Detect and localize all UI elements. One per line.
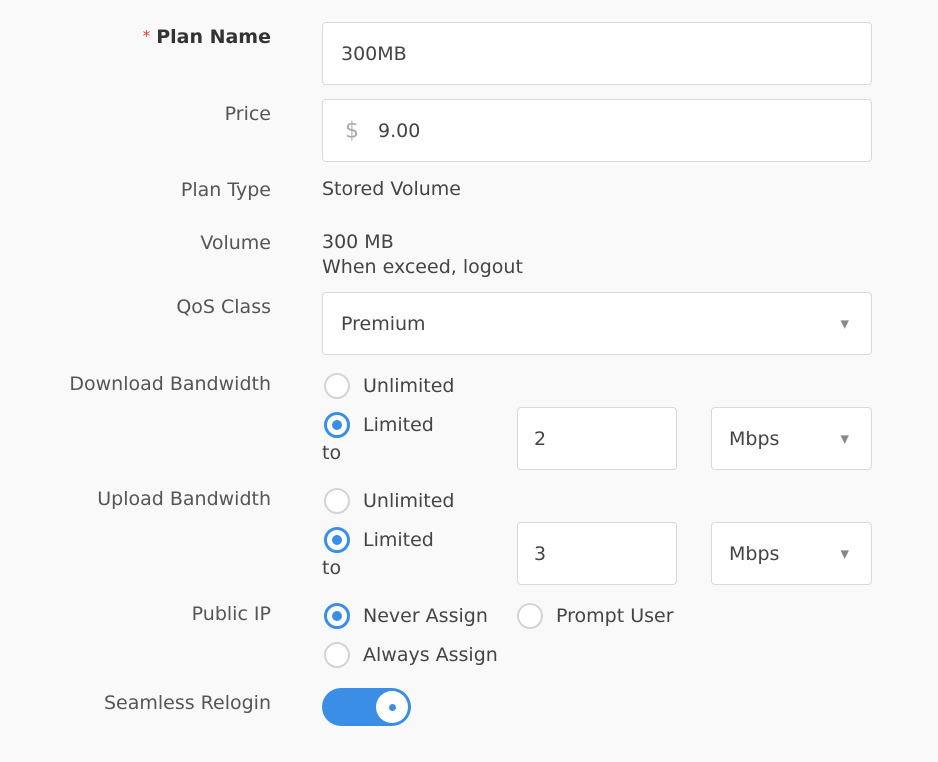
download-limited-radio[interactable]: Limited [324, 412, 434, 438]
download-to-label: to [322, 442, 342, 464]
download-limit-value: 2 [534, 427, 547, 450]
plan-type-label: Plan Type [180, 179, 271, 201]
qos-class-select[interactable]: Premium ▼ [322, 292, 872, 355]
chevron-down-icon: ▼ [840, 432, 849, 445]
radio-off-icon [517, 603, 543, 629]
plan-name-value: 300MB [341, 42, 407, 65]
upload-limited-label: Limited [363, 529, 434, 551]
public-ip-label: Public IP [191, 603, 271, 625]
radio-on-icon [324, 527, 350, 553]
download-limited-label: Limited [363, 414, 434, 436]
qos-class-label: QoS Class [176, 296, 271, 318]
required-mark: * [142, 27, 151, 45]
plan-type-value: Stored Volume [322, 178, 461, 200]
chevron-down-icon: ▼ [840, 317, 849, 330]
public-ip-always-assign-radio[interactable]: Always Assign [324, 642, 498, 668]
upload-bandwidth-label: Upload Bandwidth [97, 488, 271, 510]
download-unit-value: Mbps [729, 427, 780, 450]
plan-name-label: * Plan Name [142, 26, 271, 48]
plan-name-input[interactable]: 300MB [322, 22, 872, 85]
price-input[interactable]: $ 9.00 [322, 99, 872, 162]
download-unit-select[interactable]: Mbps ▼ [711, 407, 872, 470]
upload-unlimited-label: Unlimited [363, 490, 455, 512]
public-ip-prompt-user-label: Prompt User [556, 605, 674, 627]
radio-off-icon [324, 373, 350, 399]
download-unlimited-radio[interactable]: Unlimited [324, 373, 455, 399]
radio-on-icon [324, 412, 350, 438]
public-ip-never-assign-label: Never Assign [363, 605, 488, 627]
upload-limit-input[interactable]: 3 [517, 522, 677, 585]
upload-unit-select[interactable]: Mbps ▼ [711, 522, 872, 585]
volume-exceed-action: When exceed, logout [322, 256, 523, 278]
upload-unit-value: Mbps [729, 542, 780, 565]
volume-amount: 300 MB [322, 231, 394, 253]
download-bandwidth-label: Download Bandwidth [69, 373, 271, 395]
radio-on-icon [324, 603, 350, 629]
dollar-icon: $ [345, 118, 359, 143]
public-ip-never-assign-radio[interactable]: Never Assign [324, 603, 488, 629]
download-unlimited-label: Unlimited [363, 375, 455, 397]
radio-off-icon [324, 642, 350, 668]
price-value: 9.00 [378, 119, 421, 142]
public-ip-always-assign-label: Always Assign [363, 644, 498, 666]
volume-label: Volume [200, 232, 271, 254]
seamless-relogin-label: Seamless Relogin [103, 692, 271, 714]
price-label: Price [224, 103, 271, 125]
upload-limited-radio[interactable]: Limited [324, 527, 434, 553]
chevron-down-icon: ▼ [840, 547, 849, 560]
toggle-knob [376, 691, 408, 723]
seamless-relogin-toggle[interactable] [322, 688, 411, 726]
upload-limit-value: 3 [534, 542, 547, 565]
upload-unlimited-radio[interactable]: Unlimited [324, 488, 455, 514]
download-limit-input[interactable]: 2 [517, 407, 677, 470]
public-ip-prompt-user-radio[interactable]: Prompt User [517, 603, 674, 629]
radio-off-icon [324, 488, 350, 514]
qos-class-value: Premium [341, 312, 426, 335]
upload-to-label: to [322, 557, 342, 579]
